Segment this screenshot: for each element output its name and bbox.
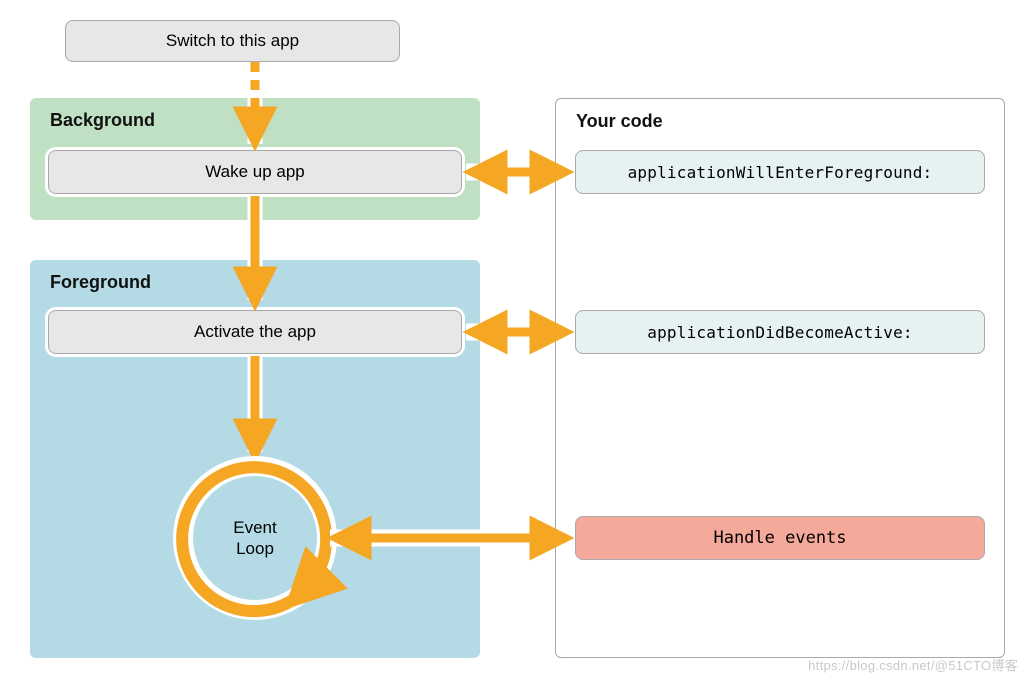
background-title: Background — [50, 110, 155, 131]
delegate-active-label: applicationDidBecomeActive: — [647, 323, 913, 342]
switch-node: Switch to this app — [65, 20, 400, 62]
delegate-enter-fg-label: applicationWillEnterForeground: — [628, 163, 933, 182]
activate-node: Activate the app — [48, 310, 462, 354]
wake-label: Wake up app — [205, 162, 305, 182]
delegate-active-node: applicationDidBecomeActive: — [575, 310, 985, 354]
foreground-title: Foreground — [50, 272, 151, 293]
switch-label: Switch to this app — [166, 31, 299, 51]
event-loop-label: Event Loop — [200, 517, 310, 560]
handle-events-label: Handle events — [713, 528, 846, 548]
watermark: https://blog.csdn.net/@51CTO博客 — [808, 655, 1018, 674]
handle-events-node: Handle events — [575, 516, 985, 560]
your-code-title: Your code — [576, 111, 663, 132]
activate-label: Activate the app — [194, 322, 316, 342]
delegate-enter-fg-node: applicationWillEnterForeground: — [575, 150, 985, 194]
wake-node: Wake up app — [48, 150, 462, 194]
